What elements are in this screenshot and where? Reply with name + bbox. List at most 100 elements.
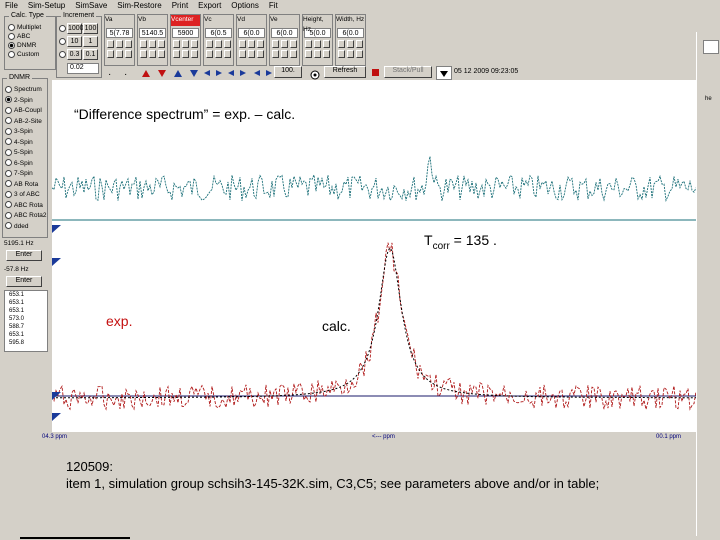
parameter-header[interactable]: Vd	[237, 15, 266, 26]
spinner-button[interactable]	[356, 50, 363, 58]
value-list[interactable]: 653.1 653.1 653.1 573.0 588.7 653.1 595.8	[4, 290, 48, 352]
radio-icon[interactable]	[5, 117, 12, 125]
stack-pull-button[interactable]: Stack/Pull	[384, 66, 432, 78]
spinner-button[interactable]	[257, 50, 264, 58]
parameter-header[interactable]: Vb	[138, 15, 167, 26]
spinner-buttons[interactable]	[107, 50, 132, 58]
spinner-button[interactable]	[107, 50, 114, 58]
spinner-button[interactable]	[149, 40, 156, 48]
spinner-buttons[interactable]	[239, 40, 264, 48]
spinner-button[interactable]	[173, 40, 180, 48]
spinner-buttons[interactable]	[272, 40, 297, 48]
menu-item[interactable]: Sim-Restore	[112, 0, 166, 10]
spinner-button[interactable]	[347, 40, 354, 48]
dnmr-option[interactable]: AB-Coupl	[5, 106, 47, 117]
spinner-button[interactable]	[347, 50, 354, 58]
spinner-button[interactable]	[272, 40, 279, 48]
spinner-button[interactable]	[305, 50, 312, 58]
radio-icon[interactable]	[5, 159, 12, 167]
list-item[interactable]: 653.1	[9, 299, 47, 307]
spinner-button[interactable]	[257, 40, 264, 48]
radio-icon[interactable]	[5, 211, 12, 219]
dnmr-option[interactable]: 5-Spin	[5, 148, 47, 159]
list-item[interactable]: 653.1	[9, 331, 47, 339]
parameter-header[interactable]: Ve	[270, 15, 299, 26]
spinner-button[interactable]	[281, 40, 288, 48]
spinner-button[interactable]	[158, 50, 165, 58]
parameter-value-field[interactable]: 5140.5	[139, 28, 166, 38]
radio-icon[interactable]	[5, 148, 12, 156]
dnmr-option[interactable]: 6-Spin	[5, 159, 47, 170]
spinner-buttons[interactable]	[140, 40, 165, 48]
spinner-buttons[interactable]	[239, 50, 264, 58]
increment-button[interactable]: 0.3	[67, 49, 82, 60]
menu-item[interactable]: Sim-Setup	[23, 0, 70, 10]
menu-item[interactable]: File	[0, 0, 23, 10]
refresh-button[interactable]: Refresh	[324, 66, 366, 78]
parameter-header[interactable]: Va	[105, 15, 134, 26]
spinner-button[interactable]	[290, 40, 297, 48]
increment-button[interactable]: 1000	[67, 23, 84, 34]
spinner-button[interactable]	[206, 40, 213, 48]
menu-item[interactable]: Export	[193, 0, 226, 10]
radio-icon[interactable]	[5, 138, 12, 146]
spinner-buttons[interactable]	[206, 40, 231, 48]
spinner-buttons[interactable]	[206, 50, 231, 58]
spinner-button[interactable]	[182, 40, 189, 48]
list-item[interactable]: 653.1	[9, 291, 47, 299]
radio-icon[interactable]	[5, 222, 12, 230]
radio-icon[interactable]	[8, 50, 15, 58]
radio-icon[interactable]	[5, 127, 12, 135]
radio-icon[interactable]	[5, 169, 12, 177]
spinner-button[interactable]	[107, 40, 114, 48]
radio-icon[interactable]	[8, 41, 15, 49]
spinner-button[interactable]	[125, 50, 132, 58]
spinner-buttons[interactable]	[173, 40, 198, 48]
spinner-buttons[interactable]	[140, 50, 165, 58]
parameter-header[interactable]: Vcenter	[171, 15, 200, 26]
spinner-button[interactable]	[140, 40, 147, 48]
spinner-button[interactable]	[116, 40, 123, 48]
scale-value[interactable]: 100.	[274, 66, 302, 78]
spinner-button[interactable]	[338, 40, 345, 48]
dnmr-option[interactable]: ABC Rota2	[5, 211, 47, 222]
spinner-buttons[interactable]	[305, 50, 330, 58]
spinner-button[interactable]	[215, 50, 222, 58]
spinner-button[interactable]	[215, 40, 222, 48]
dnmr-option[interactable]: 2-Spin	[5, 96, 47, 107]
spinner-button[interactable]	[116, 50, 123, 58]
enter-button[interactable]: Enter	[6, 250, 42, 261]
enter-button-2[interactable]: Enter	[6, 276, 42, 287]
spinner-button[interactable]	[239, 50, 246, 58]
increment-button[interactable]: 1	[83, 36, 98, 47]
increment-field[interactable]: 0.02	[67, 63, 99, 74]
spinner-buttons[interactable]	[338, 50, 363, 58]
calc-type-option[interactable]: Custom	[8, 50, 41, 59]
increment-button[interactable]: 10	[67, 36, 82, 47]
spinner-button[interactable]	[272, 50, 279, 58]
spinner-button[interactable]	[158, 40, 165, 48]
axis-marker-icon[interactable]	[52, 225, 61, 233]
calc-type-option[interactable]: DNMR	[8, 41, 41, 50]
bottom-scroll-thumb[interactable]	[20, 537, 130, 539]
dnmr-option[interactable]: Spectrum	[5, 85, 47, 96]
menu-item[interactable]: Options	[226, 0, 264, 10]
spinner-button[interactable]	[125, 40, 132, 48]
calc-type-option[interactable]: ABC	[8, 32, 41, 41]
spinner-button[interactable]	[182, 50, 189, 58]
menu-item[interactable]: Print	[167, 0, 193, 10]
radio-icon[interactable]	[59, 50, 66, 58]
radio-icon[interactable]	[5, 85, 12, 93]
spinner-button[interactable]	[224, 50, 231, 58]
spinner-button[interactable]	[305, 40, 312, 48]
dnmr-option[interactable]: AB Rota	[5, 180, 47, 191]
spinner-button[interactable]	[191, 40, 198, 48]
spinner-button[interactable]	[314, 50, 321, 58]
stop-icon[interactable]	[372, 69, 379, 76]
spinner-button[interactable]	[149, 50, 156, 58]
dnmr-option[interactable]: 7-Spin	[5, 169, 47, 180]
radio-icon[interactable]	[5, 190, 12, 198]
spinner-buttons[interactable]	[272, 50, 297, 58]
dnmr-option[interactable]: 3-Spin	[5, 127, 47, 138]
target-icon[interactable]	[310, 67, 320, 80]
